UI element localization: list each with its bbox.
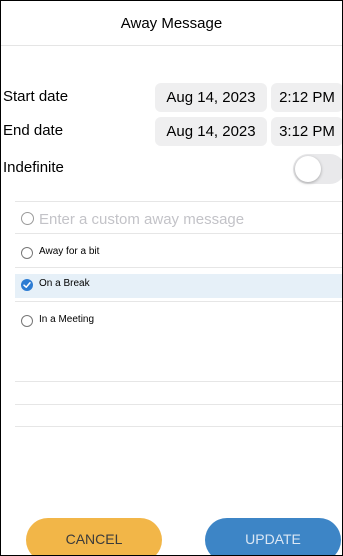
custom-message-row <box>15 206 342 232</box>
option-label: On a Break <box>39 278 90 289</box>
start-date-row: Start date Aug 14, 2023 2:12 PM <box>3 83 342 113</box>
option-away-for-a-bit[interactable]: Away for a bit <box>15 242 342 266</box>
custom-message-radio[interactable] <box>21 212 34 225</box>
option-label: Away for a bit <box>39 246 100 257</box>
radio-checked-icon <box>21 279 33 291</box>
end-time-picker[interactable]: 3:12 PM <box>271 117 342 146</box>
start-date-label: Start date <box>3 88 69 105</box>
away-message-screen: Away Message Start date Aug 14, 2023 2:1… <box>0 0 343 556</box>
divider <box>15 381 342 382</box>
radio-unchecked-icon <box>21 315 33 327</box>
radio-unchecked-icon <box>21 247 33 259</box>
divider <box>15 267 342 268</box>
divider <box>15 404 342 405</box>
divider <box>15 233 342 234</box>
indefinite-toggle[interactable] <box>293 154 342 184</box>
option-in-a-meeting[interactable]: In a Meeting <box>15 310 342 334</box>
divider <box>15 301 342 302</box>
indefinite-label: Indefinite <box>3 159 64 176</box>
indefinite-row: Indefinite <box>3 154 342 184</box>
toggle-knob <box>295 156 321 182</box>
option-on-a-break[interactable]: On a Break <box>15 274 342 298</box>
end-date-picker[interactable]: Aug 14, 2023 <box>155 117 267 146</box>
page-title: Away Message <box>120 15 223 32</box>
end-date-label: End date <box>3 122 64 139</box>
divider <box>15 426 342 427</box>
header-divider <box>1 45 342 46</box>
divider <box>15 201 342 202</box>
option-label: In a Meeting <box>39 314 95 325</box>
cancel-button[interactable]: CANCEL <box>26 518 162 555</box>
end-date-row: End date Aug 14, 2023 3:12 PM <box>3 117 342 147</box>
start-date-picker[interactable]: Aug 14, 2023 <box>155 83 267 112</box>
update-button[interactable]: UPDATE <box>205 518 341 555</box>
custom-message-input[interactable] <box>37 208 331 230</box>
start-time-picker[interactable]: 2:12 PM <box>271 83 342 112</box>
